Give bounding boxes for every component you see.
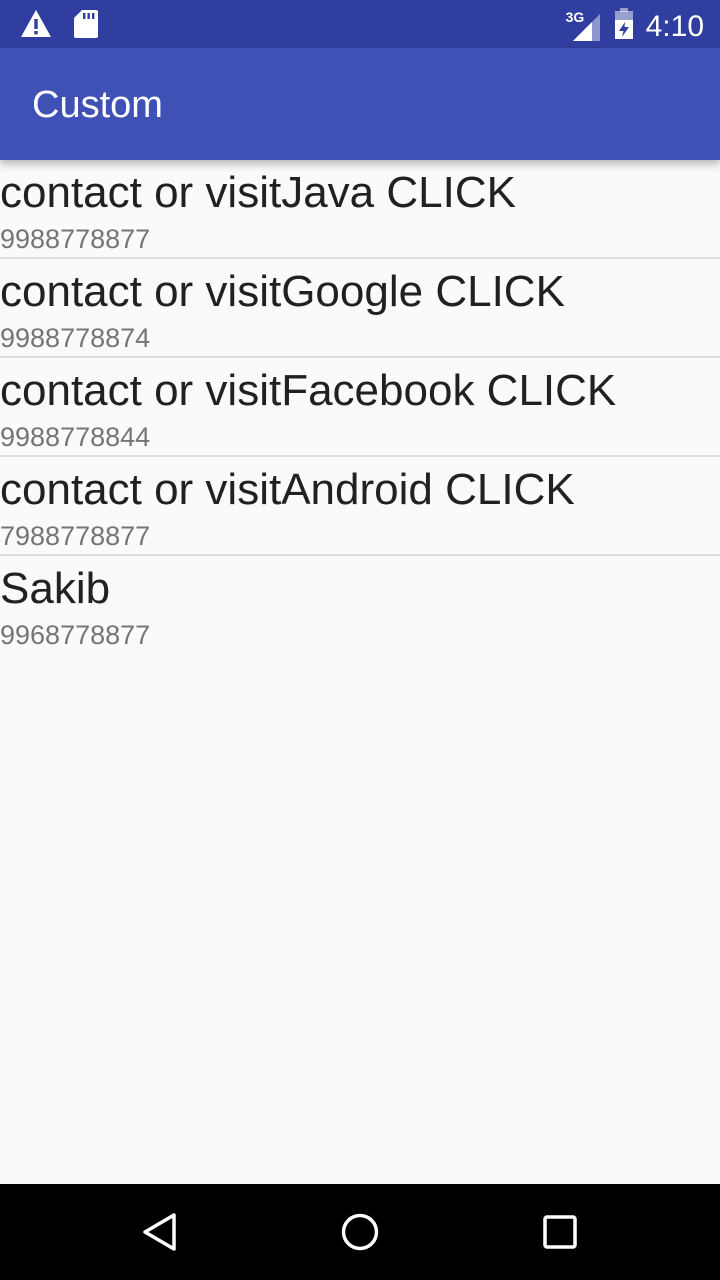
list-item[interactable]: contact or visitGoogle CLICK 9988778874 bbox=[0, 259, 720, 358]
status-bar: 3G 4:10 bbox=[0, 0, 720, 48]
list-item-phone: 9988778877 bbox=[0, 224, 151, 254]
list-item-title: Sakib bbox=[0, 564, 111, 613]
list-item-title: contact or visitJava CLICK bbox=[0, 168, 516, 217]
recents-icon bbox=[543, 1215, 577, 1249]
list-item[interactable]: contact or visitAndroid CLICK 7988778877 bbox=[0, 457, 720, 556]
app-title: Custom bbox=[32, 84, 163, 126]
list-item-title: contact or visitGoogle CLICK bbox=[0, 267, 565, 316]
home-icon bbox=[341, 1213, 379, 1251]
contact-list: contact or visitJava CLICK 9988778877 co… bbox=[0, 160, 720, 655]
list-item[interactable]: contact or visitFacebook CLICK 998877884… bbox=[0, 358, 720, 457]
signal-icon: 3G bbox=[566, 10, 602, 42]
warning-icon bbox=[20, 9, 52, 44]
list-item-phone: 7988778877 bbox=[0, 521, 151, 551]
list-item-phone: 9988778874 bbox=[0, 323, 151, 353]
back-icon bbox=[143, 1213, 176, 1251]
status-time: 4:10 bbox=[645, 9, 704, 43]
list-item-phone: 9968778877 bbox=[0, 620, 151, 650]
list-item-title: contact or visitAndroid CLICK bbox=[0, 465, 575, 514]
list-item[interactable]: contact or visitJava CLICK 9988778877 bbox=[0, 160, 720, 259]
battery-icon bbox=[614, 8, 634, 45]
status-right: 3G 4:10 bbox=[566, 8, 704, 45]
back-button[interactable] bbox=[136, 1208, 184, 1256]
recents-button[interactable] bbox=[536, 1208, 584, 1256]
navigation-bar bbox=[0, 1184, 720, 1280]
app-bar: Custom bbox=[0, 48, 720, 160]
list-item[interactable]: Sakib 9968778877 bbox=[0, 556, 720, 655]
status-left bbox=[20, 9, 98, 44]
list-item-title: contact or visitFacebook CLICK bbox=[0, 366, 617, 415]
sd-card-icon bbox=[74, 9, 98, 44]
home-button[interactable] bbox=[336, 1208, 384, 1256]
list-item-phone: 9988778844 bbox=[0, 422, 151, 452]
screen: 3G 4:10 Custom contact or visitJava CLIC… bbox=[0, 0, 720, 1280]
